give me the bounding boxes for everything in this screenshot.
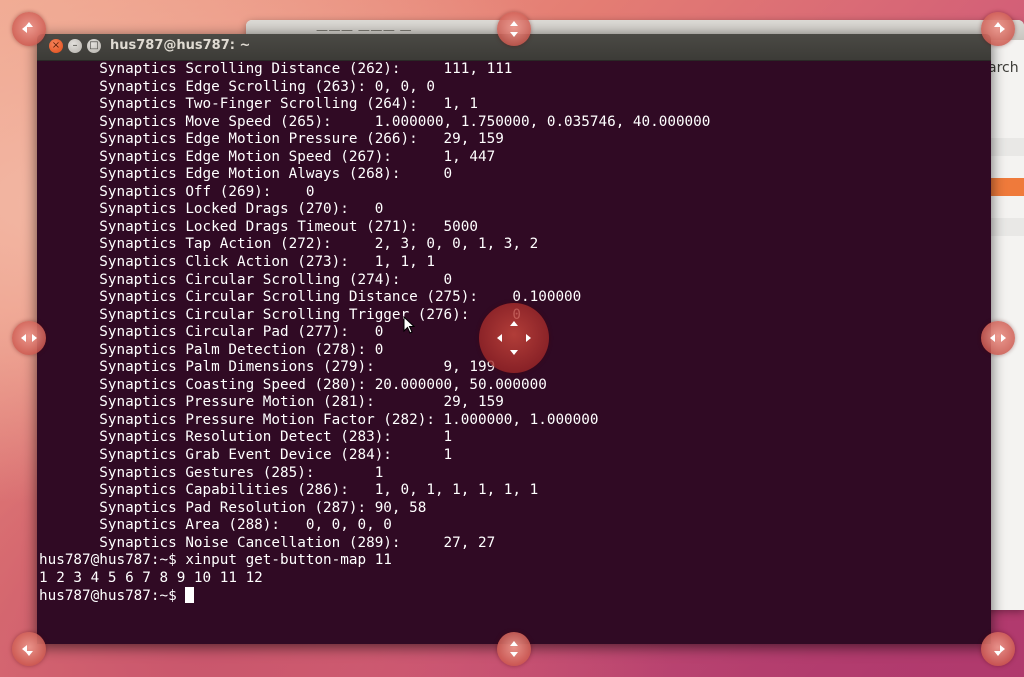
terminal-line: Synaptics Locked Drags (270): 0 [39, 201, 384, 218]
terminal-line: Synaptics Click Action (273): 1, 1, 1 [39, 254, 435, 271]
terminal-line: Synaptics Edge Motion Pressure (266): 29… [39, 131, 504, 148]
terminal-line: Synaptics Resolution Detect (283): 1 [39, 429, 453, 446]
terminal-line: Synaptics Capabilities (286): 1, 0, 1, 1… [39, 482, 539, 499]
maximize-icon[interactable]: □ [87, 39, 101, 53]
resize-handle-bottom-icon[interactable] [497, 632, 531, 666]
terminal-line: Synaptics Move Speed (265): 1.000000, 1.… [39, 113, 711, 130]
terminal-line: Synaptics Two-Finger Scrolling (264): 1,… [39, 96, 478, 113]
resize-handle-top-right-icon[interactable] [981, 12, 1015, 46]
terminal-line: Synaptics Tap Action (272): 2, 3, 0, 0, … [39, 236, 539, 253]
minimize-icon[interactable]: – [68, 39, 82, 53]
terminal-line: Synaptics Area (288): 0, 0, 0, 0 [39, 517, 392, 534]
prompt-line[interactable]: hus787@hus787:~$ [39, 587, 991, 605]
resize-handle-right-icon[interactable] [981, 321, 1015, 355]
resize-handle-left-icon[interactable] [12, 321, 46, 355]
move-handle-icon[interactable] [479, 303, 549, 373]
shell-prompt: hus787@hus787:~$ [39, 588, 186, 605]
close-icon[interactable]: × [49, 39, 63, 53]
terminal-line: Synaptics Grab Event Device (284): 1 [39, 447, 453, 464]
terminal-line: Synaptics Edge Scrolling (263): 0, 0, 0 [39, 78, 435, 95]
terminal-line: Synaptics Pressure Motion (281): 29, 159 [39, 394, 504, 411]
terminal-line: Synaptics Noise Cancellation (289): 27, … [39, 534, 496, 551]
resize-handle-bottom-left-icon[interactable] [12, 632, 46, 666]
window-title: hus787@hus787: ~ [110, 38, 251, 53]
background-search-label: arch [988, 60, 1019, 76]
background-list-row [991, 138, 1024, 156]
terminal-line: Synaptics Gestures (285): 1 [39, 464, 384, 481]
background-list-row [991, 218, 1024, 236]
text-cursor [185, 587, 195, 604]
command-line: hus787@hus787:~$ xinput get-button-map 1… [39, 552, 392, 569]
terminal-line: Synaptics Circular Scrolling (274): 0 [39, 271, 453, 288]
terminal-line: Synaptics Pad Resolution (287): 90, 58 [39, 499, 427, 516]
terminal-line: Synaptics Edge Motion Speed (267): 1, 44… [39, 148, 496, 165]
terminal-line: Synaptics Off (269): 0 [39, 183, 315, 200]
resize-handle-top-left-icon[interactable] [12, 12, 46, 46]
terminal-line: Synaptics Pressure Motion Factor (282): … [39, 411, 599, 428]
resize-handle-bottom-right-icon[interactable] [981, 632, 1015, 666]
terminal-line: Synaptics Coasting Speed (280): 20.00000… [39, 376, 547, 393]
mouse-pointer-icon [403, 316, 415, 334]
terminal-line: Synaptics Scrolling Distance (262): 111,… [39, 61, 513, 77]
resize-handle-top-icon[interactable] [497, 12, 531, 46]
background-selected-row [991, 178, 1024, 196]
terminal-line: Synaptics Edge Motion Always (268): 0 [39, 166, 453, 183]
command-output: 1 2 3 4 5 6 7 8 9 10 11 12 [39, 569, 263, 586]
terminal-line: Synaptics Locked Drags Timeout (271): 50… [39, 218, 478, 235]
